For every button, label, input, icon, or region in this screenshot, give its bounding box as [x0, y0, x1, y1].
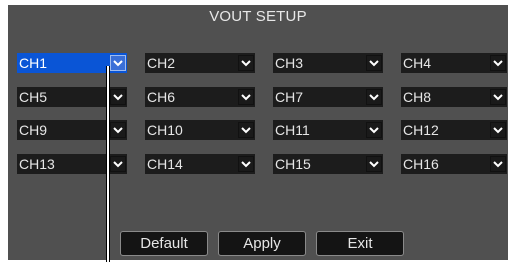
- channel-label: CH16: [403, 156, 439, 172]
- channel-select-ch9[interactable]: CH9: [17, 120, 127, 140]
- chevron-down-icon[interactable]: [110, 89, 126, 105]
- channel-label: CH8: [403, 89, 432, 105]
- chevron-down-icon[interactable]: [110, 122, 126, 138]
- channel-select-ch4[interactable]: CH4: [401, 53, 507, 73]
- chevron-down-icon[interactable]: [490, 122, 506, 138]
- chevron-down-icon[interactable]: [238, 156, 254, 172]
- chevron-down-icon[interactable]: [490, 89, 506, 105]
- channel-label: CH3: [275, 55, 304, 71]
- dialog-title: VOUT SETUP: [209, 8, 307, 25]
- chevron-down-icon[interactable]: [238, 55, 254, 71]
- mouse-cursor: [106, 66, 110, 262]
- chevron-down-icon[interactable]: [366, 89, 382, 105]
- channel-select-ch6[interactable]: CH6: [145, 87, 255, 107]
- chevron-down-icon[interactable]: [490, 156, 506, 172]
- channel-select-ch11[interactable]: CH11: [273, 120, 383, 140]
- channel-label: CH6: [147, 89, 176, 105]
- chevron-down-icon[interactable]: [366, 122, 382, 138]
- channel-select-ch15[interactable]: CH15: [273, 154, 383, 174]
- channel-label: CH11: [275, 122, 310, 138]
- vout-setup-dialog: VOUT SETUP CH1 CH2 CH3 CH4 CH5 CH6 CH7 C…: [8, 5, 508, 260]
- chevron-down-icon[interactable]: [238, 122, 254, 138]
- channel-select-ch2[interactable]: CH2: [145, 53, 255, 73]
- channel-label: CH4: [403, 55, 432, 71]
- apply-button[interactable]: Apply: [218, 231, 306, 256]
- channel-label: CH12: [403, 122, 439, 138]
- channel-select-ch7[interactable]: CH7: [273, 87, 383, 107]
- channel-select-ch8[interactable]: CH8: [401, 87, 507, 107]
- channel-select-ch16[interactable]: CH16: [401, 154, 507, 174]
- channel-select-ch13[interactable]: CH13: [17, 154, 127, 174]
- chevron-down-icon[interactable]: [110, 156, 126, 172]
- channel-select-ch12[interactable]: CH12: [401, 120, 507, 140]
- chevron-down-icon[interactable]: [366, 156, 382, 172]
- channel-label: CH5: [19, 89, 48, 105]
- channel-label: CH9: [19, 122, 48, 138]
- channel-label: CH14: [147, 156, 183, 172]
- channel-label: CH1: [19, 55, 48, 71]
- channel-label: CH13: [19, 156, 55, 172]
- channel-select-ch14[interactable]: CH14: [145, 154, 255, 174]
- chevron-down-icon[interactable]: [490, 55, 506, 71]
- channel-select-ch10[interactable]: CH10: [145, 120, 255, 140]
- channel-label: CH2: [147, 55, 176, 71]
- exit-button[interactable]: Exit: [316, 231, 404, 256]
- channel-select-ch3[interactable]: CH3: [273, 53, 383, 73]
- chevron-down-icon[interactable]: [110, 55, 126, 71]
- channel-label: CH10: [147, 122, 183, 138]
- default-button[interactable]: Default: [120, 231, 208, 256]
- chevron-down-icon[interactable]: [366, 55, 382, 71]
- channel-select-ch5[interactable]: CH5: [17, 87, 127, 107]
- channel-select-ch1[interactable]: CH1: [17, 53, 127, 73]
- channel-label: CH15: [275, 156, 311, 172]
- chevron-down-icon[interactable]: [238, 89, 254, 105]
- channel-label: CH7: [275, 89, 304, 105]
